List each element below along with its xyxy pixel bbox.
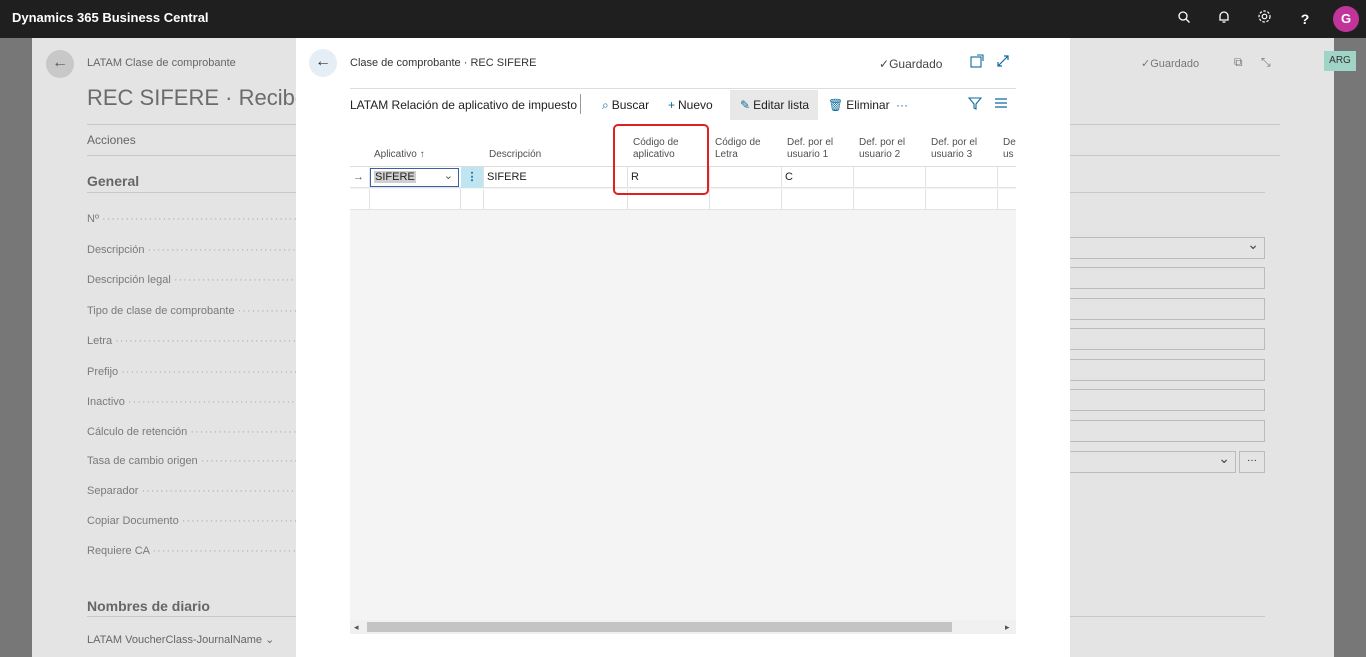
codigo-letra-cell[interactable]: [710, 189, 782, 210]
background-field-input: [1068, 298, 1265, 320]
background-actions: Acciones: [87, 133, 136, 147]
scrollbar-thumb[interactable]: [367, 622, 952, 632]
breadcrumb: Clase de comprobante · REC SIFERE: [350, 57, 537, 69]
field-label-withholding: Cálculo de retención ···················…: [87, 426, 297, 438]
data-grid: Aplicativo ↑ Descripción Código de aplica…: [350, 123, 1016, 623]
column-header-codigo-letra[interactable]: Código de Letra: [715, 137, 761, 161]
field-label-prefix: Prefijo ································…: [87, 366, 297, 378]
column-header-descripcion[interactable]: Descripción: [489, 149, 541, 161]
column-header-def-usuario-1[interactable]: Def. por el usuario 1: [787, 137, 833, 161]
company-badge: ARG: [1324, 51, 1356, 71]
def-usuario-3-cell[interactable]: [926, 189, 998, 210]
background-back-icon: ←: [46, 50, 74, 78]
search-icon: ⌕: [602, 98, 609, 112]
aplicativo-select[interactable]: SIFERE ⌄: [370, 168, 459, 187]
plus-icon: +: [668, 98, 676, 112]
avatar[interactable]: G: [1333, 6, 1359, 32]
row-indicator: [350, 189, 370, 210]
background-page-title: REC SIFERE · Recibo S: [87, 85, 297, 110]
expand-icon[interactable]: [996, 54, 1010, 71]
background-breadcrumb: LATAM Clase de comprobante: [87, 57, 236, 69]
descripcion-cell[interactable]: SIFERE: [484, 167, 628, 188]
action-bar: LATAM Relación de aplicativo de impuesto…: [350, 90, 1016, 120]
def-usuario-3-cell[interactable]: [926, 167, 998, 188]
column-header-def-usuario-4[interactable]: De us: [1003, 137, 1016, 161]
edit-list-button[interactable]: ✎ Editar lista: [740, 98, 809, 112]
background-field-input: [1068, 420, 1265, 442]
new-button[interactable]: + Nuevo: [668, 98, 713, 112]
background-field-input: [1068, 359, 1265, 381]
column-header-def-usuario-3[interactable]: Def. por el usuario 3: [931, 137, 977, 161]
filter-icon[interactable]: [967, 96, 983, 113]
field-label-voucher-type: Tipo de clase de comprobante ···········…: [87, 305, 297, 317]
background-field-input: [1068, 328, 1265, 350]
background-field-input: [1068, 267, 1265, 289]
field-label-letter: Letra ··································…: [87, 335, 297, 347]
row-actions-button[interactable]: ⋮: [461, 167, 484, 188]
column-header-aplicativo[interactable]: Aplicativo ↑: [374, 149, 425, 161]
background-exchange-select: [1068, 450, 1236, 473]
open-new-window-icon[interactable]: [970, 54, 984, 71]
edit-list-icon: ✎: [740, 98, 751, 112]
field-label-exchange-rate: Tasa de cambio origen ··················…: [87, 455, 297, 467]
background-description-select: [1068, 236, 1265, 259]
def-usuario-1-cell[interactable]: C: [782, 167, 854, 188]
list-view-icon[interactable]: [994, 96, 1008, 113]
app-title[interactable]: Dynamics 365 Business Central: [12, 10, 209, 25]
descripcion-cell[interactable]: [484, 189, 628, 210]
highlight-box: [613, 124, 709, 195]
search-button[interactable]: ⌕ Buscar: [602, 98, 649, 113]
field-label-copy-document: Copiar Documento ·······················…: [87, 515, 297, 527]
def-usuario-2-cell[interactable]: [854, 167, 926, 188]
dialog: ← Clase de comprobante · REC SIFERE ✓Gua…: [296, 38, 1070, 657]
top-bar: Dynamics 365 Business Central ? G: [0, 0, 1366, 38]
background-field-input: [1068, 389, 1265, 411]
background-open-new-icon: ⧉: [1234, 55, 1243, 69]
list-title: LATAM Relación de aplicativo de impuesto: [350, 98, 578, 112]
horizontal-scrollbar[interactable]: ◂ ▸: [350, 620, 1016, 634]
section-general: General: [87, 173, 140, 189]
background-saved-status: ✓Guardado: [1141, 58, 1200, 70]
background-journal-field: LATAM VoucherClass-JournalName ⌄: [87, 634, 275, 646]
column-header-def-usuario-2[interactable]: Def. por el usuario 2: [859, 137, 905, 161]
def-usuario-2-cell[interactable]: [854, 189, 926, 210]
separator: [580, 94, 581, 114]
field-label-separator: Separador ······························…: [87, 485, 297, 497]
more-actions-button[interactable]: ···: [896, 98, 908, 112]
divider: [350, 88, 1016, 89]
help-icon[interactable]: ?: [1295, 9, 1315, 29]
bell-icon[interactable]: [1214, 9, 1234, 29]
field-label-requires-ca: Requiere CA ····························…: [87, 545, 297, 557]
delete-button[interactable]: 🗑 Eliminar: [828, 98, 890, 112]
search-icon[interactable]: [1174, 9, 1194, 29]
back-button[interactable]: ←: [309, 49, 337, 77]
scroll-left-icon[interactable]: ◂: [354, 620, 359, 634]
trash-icon: 🗑: [828, 98, 844, 112]
field-label-inactive: Inactivo ·······························…: [87, 396, 297, 408]
gear-icon[interactable]: [1254, 9, 1274, 29]
field-label-description: Descripción ····························…: [87, 244, 297, 256]
saved-status: ✓Guardado: [879, 57, 943, 71]
aplicativo-cell[interactable]: [370, 189, 461, 210]
background-collapse-icon: ⤡: [1261, 55, 1271, 69]
row-actions-cell: [461, 189, 484, 210]
codigo-letra-cell[interactable]: [710, 167, 782, 188]
chevron-down-icon: ⌄: [443, 170, 453, 182]
scroll-right-icon[interactable]: ▸: [1005, 620, 1010, 634]
background-more-icon: ···: [1239, 451, 1265, 473]
section-journal-names: Nombres de diario: [87, 598, 210, 614]
field-label-legal-description: Descripción legal ······················…: [87, 274, 297, 286]
row-indicator-icon: →: [350, 167, 370, 188]
def-usuario-1-cell[interactable]: [782, 189, 854, 210]
field-label-no: Nº ·····································…: [87, 213, 297, 225]
